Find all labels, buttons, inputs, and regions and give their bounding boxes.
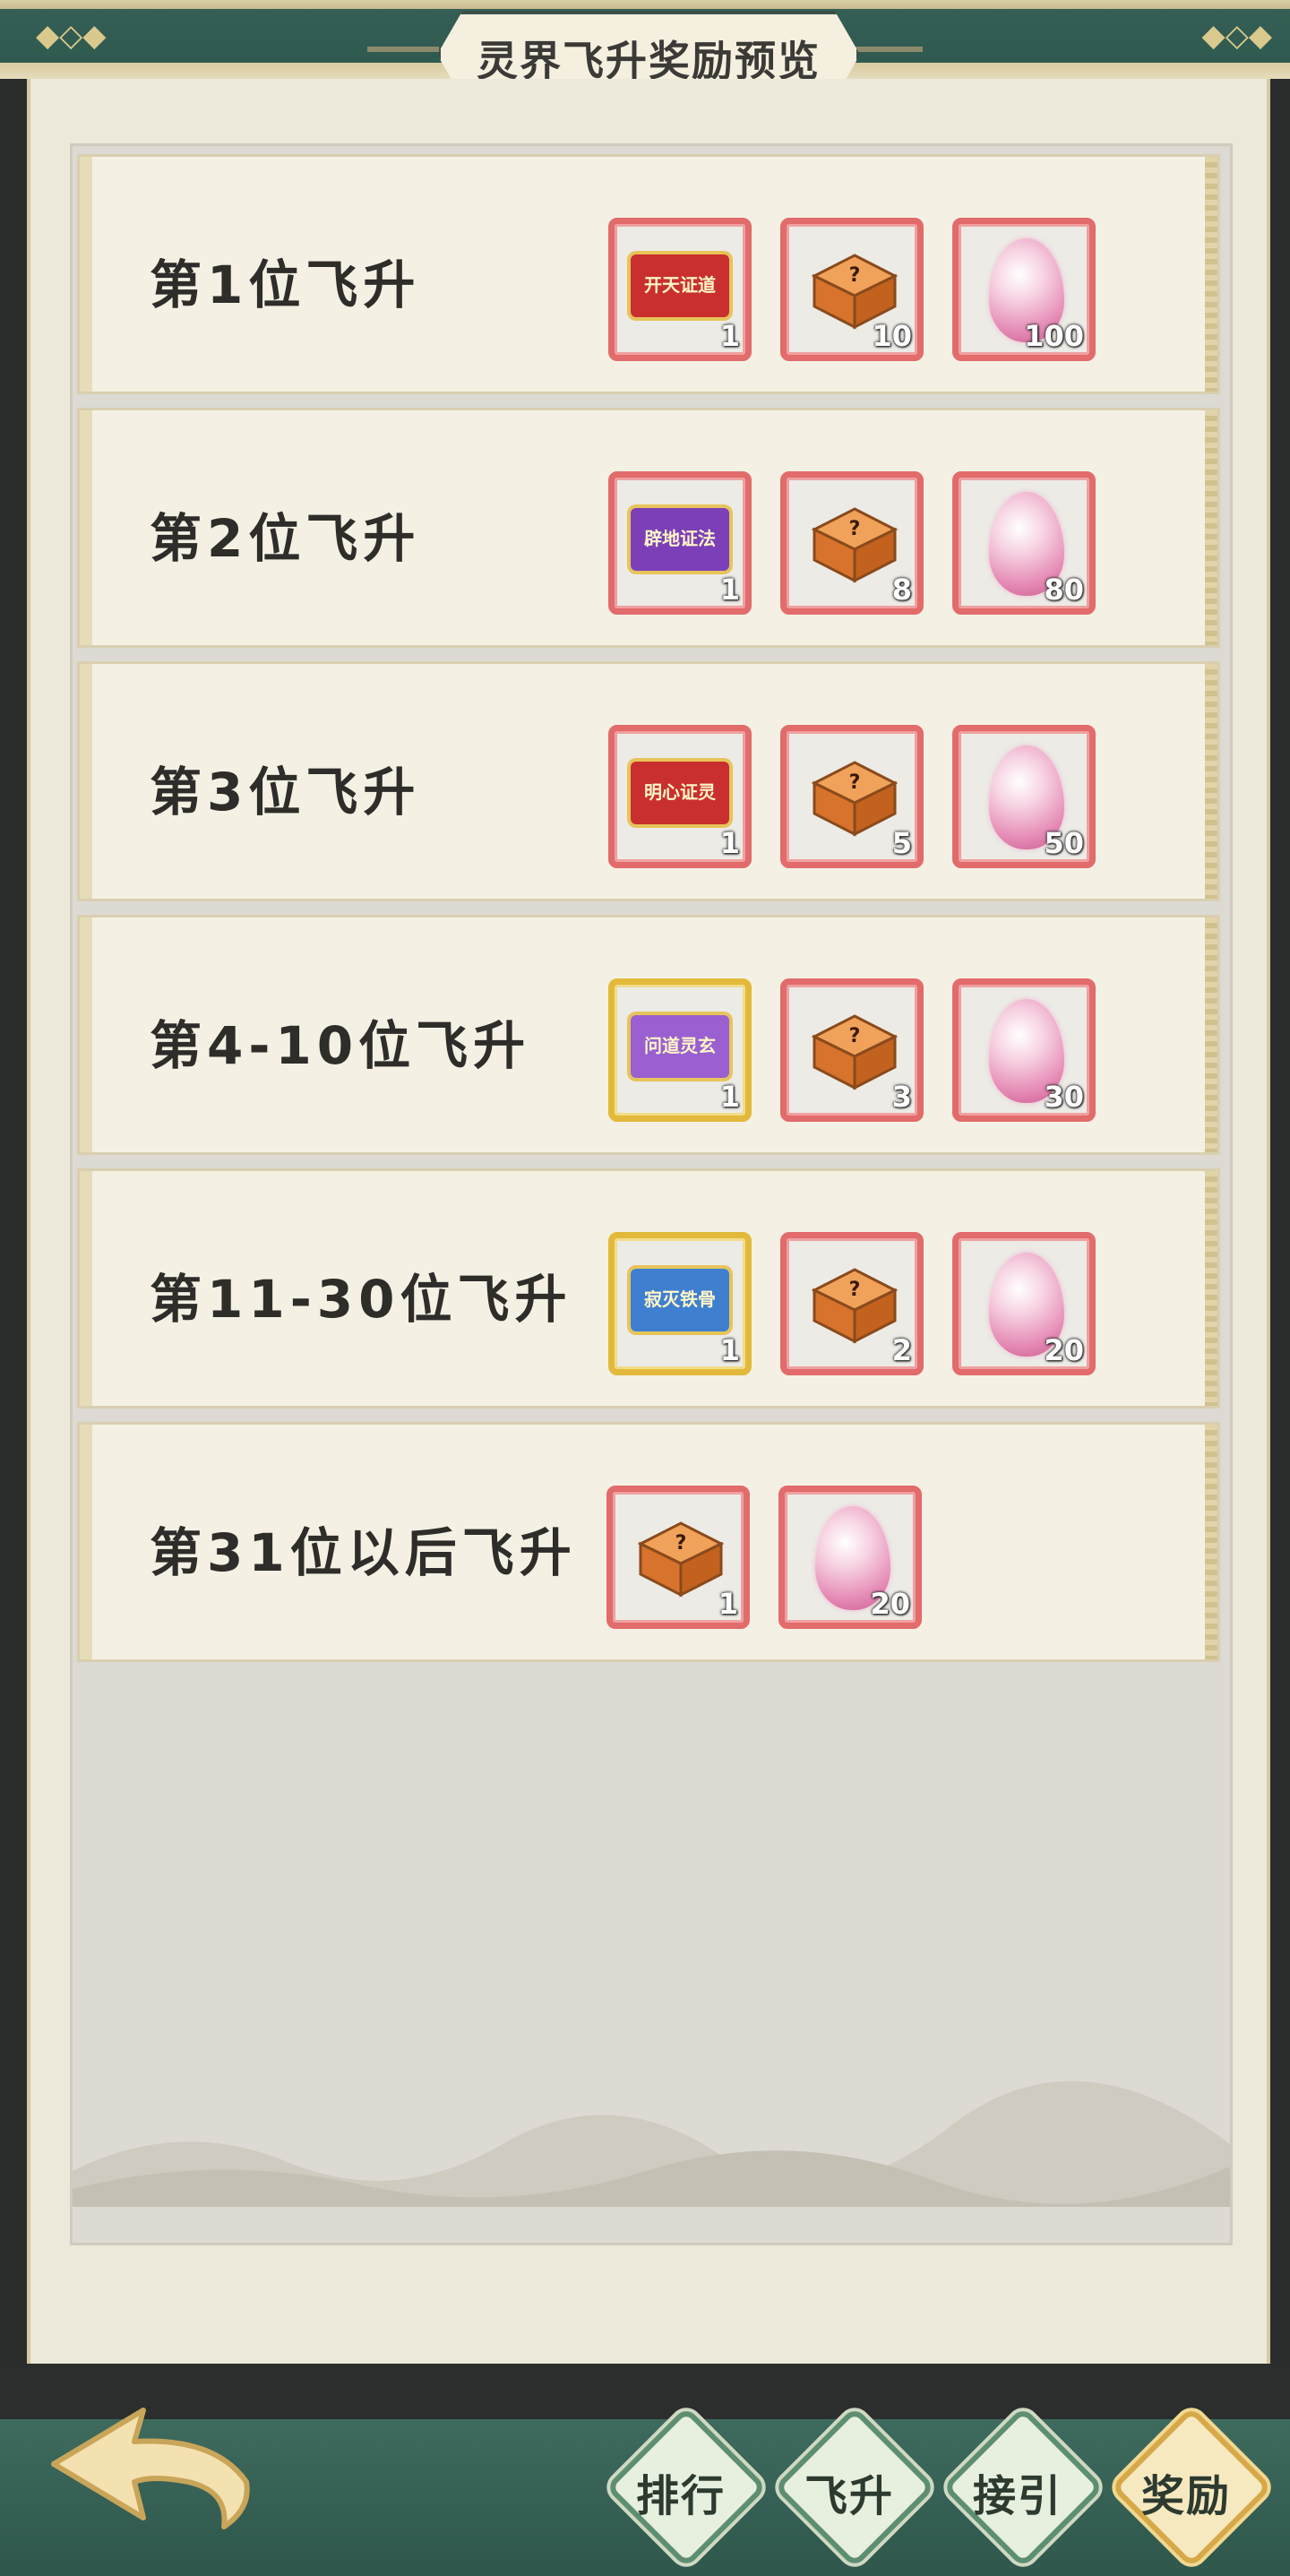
item-quantity: 1 [719, 1333, 740, 1367]
rank-label: 第2位飞升 [150, 508, 421, 569]
nav-tab[interactable]: 飞升 [773, 2406, 936, 2569]
scroll-item-icon: 寂灭铁骨 [631, 1269, 729, 1331]
scroll-item-icon: 明心证灵 [631, 762, 729, 824]
svg-text:?: ? [849, 771, 861, 794]
scroll-item-name: 寂灭铁骨 [644, 1288, 716, 1310]
mystery-box-icon: ? [811, 1014, 899, 1090]
reward-item-slot[interactable]: ? 10 [780, 218, 924, 361]
back-arrow-icon [51, 2408, 250, 2529]
nav-tab[interactable]: 奖励 [1110, 2406, 1273, 2569]
item-quantity: 1 [719, 319, 740, 353]
item-quantity: 80 [1044, 573, 1084, 607]
scroll-item-name: 明心证灵 [644, 781, 716, 803]
tab-label: 飞升 [804, 2471, 894, 2521]
reward-row: 第3位飞升 明心证灵 1? 5 50 [77, 661, 1220, 901]
reward-item-slot[interactable]: ? 3 [780, 978, 924, 1122]
rank-label: 第31位以后飞升 [150, 1522, 577, 1583]
item-quantity: 8 [891, 573, 912, 607]
item-quantity: 1 [719, 1080, 740, 1114]
reward-item-slot[interactable]: 辟地证法 1 [608, 471, 752, 615]
mystery-box-icon: ? [811, 761, 899, 837]
reward-item-slot[interactable]: ? 5 [780, 725, 924, 868]
item-quantity: 10 [872, 319, 912, 353]
rank-label: 第3位飞升 [150, 762, 421, 823]
item-quantity: 100 [1024, 319, 1084, 353]
scroll-item-name: 辟地证法 [644, 528, 716, 549]
reward-row: 第2位飞升 辟地证法 1? 8 80 [77, 408, 1220, 648]
svg-text:?: ? [675, 1532, 687, 1555]
tab-label: 排行 [635, 2471, 726, 2521]
tab-label: 奖励 [1140, 2471, 1231, 2521]
reward-item-slot[interactable]: ? 2 [780, 1232, 924, 1375]
reward-item-slot[interactable]: 80 [952, 471, 1096, 615]
item-quantity: 20 [870, 1587, 910, 1621]
reward-item-slot[interactable]: 50 [952, 725, 1096, 868]
nav-tab[interactable]: 接引 [942, 2406, 1105, 2569]
item-quantity: 1 [719, 826, 740, 860]
svg-text:?: ? [849, 518, 861, 540]
reward-item-slot[interactable]: 20 [778, 1486, 922, 1629]
bottom-nav: 排行 飞升 接引 奖励 [0, 2365, 1290, 2576]
mystery-box-icon: ? [637, 1521, 725, 1598]
reward-item-slot[interactable]: 30 [952, 978, 1096, 1122]
banner-ornament-left: ◆◇◆ [36, 18, 107, 54]
banner-ornament-right: ◆◇◆ [1201, 18, 1272, 54]
scroll-item-name: 开天证道 [644, 274, 716, 296]
svg-text:?: ? [849, 1279, 861, 1301]
rank-label: 第4-10位飞升 [150, 1015, 531, 1076]
reward-item-slot[interactable]: ? 8 [780, 471, 924, 615]
item-quantity: 30 [1044, 1080, 1084, 1114]
rank-label: 第1位飞升 [150, 254, 421, 315]
reward-row: 第1位飞升 开天证道 1? 10 100 [77, 154, 1220, 394]
reward-item-slot[interactable]: 100 [952, 218, 1096, 361]
title-line-right [851, 47, 923, 52]
item-quantity: 2 [891, 1333, 912, 1367]
svg-text:?: ? [849, 1025, 861, 1047]
scroll-item-icon: 开天证道 [631, 254, 729, 317]
reward-row: 第11-30位飞升 寂灭铁骨 1? 2 20 [77, 1168, 1220, 1409]
reward-item-slot[interactable]: ? 1 [606, 1486, 750, 1629]
item-quantity: 1 [719, 573, 740, 607]
reward-item-slot[interactable]: 开天证道 1 [608, 218, 752, 361]
item-quantity: 20 [1044, 1333, 1084, 1367]
item-quantity: 3 [891, 1080, 912, 1114]
mountain-decoration [73, 2081, 1230, 2207]
svg-text:?: ? [849, 264, 861, 287]
reward-item-slot[interactable]: 20 [952, 1232, 1096, 1375]
title-line-left [367, 47, 439, 52]
scroll-item-icon: 问道灵玄 [631, 1015, 729, 1078]
scroll-item-name: 问道灵玄 [644, 1035, 716, 1056]
mystery-box-icon: ? [811, 1268, 899, 1344]
item-quantity: 50 [1044, 826, 1084, 860]
back-button[interactable] [36, 2392, 269, 2536]
tab-label: 接引 [972, 2471, 1062, 2521]
reward-item-slot[interactable]: 寂灭铁骨 1 [608, 1232, 752, 1375]
reward-row: 第4-10位飞升 问道灵玄 1? 3 30 [77, 915, 1220, 1155]
item-quantity: 5 [891, 826, 912, 860]
reward-item-slot[interactable]: 问道灵玄 1 [608, 978, 752, 1122]
rank-label: 第11-30位飞升 [150, 1269, 572, 1330]
scroll-item-icon: 辟地证法 [631, 508, 729, 571]
nav-tab[interactable]: 排行 [605, 2406, 768, 2569]
reward-item-slot[interactable]: 明心证灵 1 [608, 725, 752, 868]
item-quantity: 1 [718, 1587, 738, 1621]
mystery-box-icon: ? [811, 507, 899, 583]
reward-row: 第31位以后飞升? 1 20 [77, 1422, 1220, 1662]
top-banner: ◆◇◆ ◆◇◆ 灵界飞升奖励预览 [0, 0, 1290, 99]
